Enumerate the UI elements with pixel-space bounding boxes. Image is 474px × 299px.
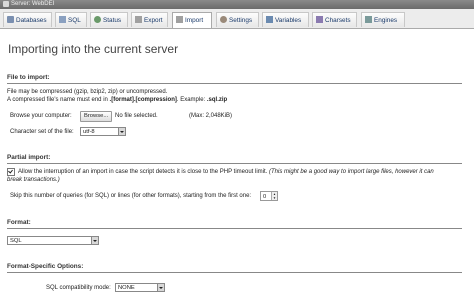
tab-import[interactable]: Import <box>172 12 212 28</box>
tab-settings[interactable]: Settings <box>216 12 259 27</box>
tab-status[interactable]: Status <box>90 12 128 27</box>
tab-export[interactable]: Export <box>131 12 168 27</box>
allow-interrupt-label: Allow the interruption of an import in c… <box>18 169 434 175</box>
variables-icon <box>266 16 273 24</box>
browse-button[interactable]: Browse... <box>80 111 113 122</box>
file-to-import-section: File to import: <box>7 74 467 84</box>
spinner-icon[interactable]: ▲ ▼ <box>271 192 277 200</box>
sql-compat-label: SQL compatibility mode: <box>46 285 111 291</box>
format-section: Format: <box>7 219 467 229</box>
engines-icon <box>365 16 372 24</box>
charsets-icon <box>316 16 323 24</box>
skip-queries-input[interactable]: 0 ▲ ▼ <box>260 191 278 201</box>
chevron-down-icon <box>91 237 98 244</box>
format-options-legend: Format-Specific Options: <box>7 263 462 273</box>
sql-compat-select[interactable]: NONE <box>115 283 165 292</box>
settings-icon <box>220 16 227 24</box>
skip-queries-label: Skip this number of queries (for SQL) or… <box>10 193 252 199</box>
tab-bar: Databases SQL Status Export Import Setti… <box>0 9 474 29</box>
compression-note: File may be compressed (gzip, bzip2, zip… <box>7 89 168 95</box>
max-size-label: (Max: 2,048KiB) <box>189 113 233 119</box>
no-file-status: No file selected. <box>115 113 158 119</box>
status-icon <box>94 16 101 24</box>
charset-label: Character set of the file: <box>10 129 74 135</box>
format-select[interactable]: SQL <box>7 236 99 245</box>
charset-select[interactable]: utf-8 <box>80 127 126 136</box>
format-legend: Format: <box>7 219 462 229</box>
import-icon <box>176 16 183 24</box>
allow-interrupt-note: break transactions.) <box>7 177 60 183</box>
filename-note: A compressed file's name must end in .[f… <box>7 97 228 103</box>
databases-icon <box>7 16 14 24</box>
format-options-section: Format-Specific Options: <box>7 263 467 273</box>
tab-sql[interactable]: SQL <box>55 12 87 27</box>
allow-interrupt-checkbox[interactable] <box>7 168 15 176</box>
sql-icon <box>59 16 66 24</box>
window-titlebar: Server: WebDEI <box>0 0 474 9</box>
window-title: Server: WebDEI <box>11 1 55 7</box>
tab-databases[interactable]: Databases <box>3 12 52 27</box>
page-title: Importing into the current server <box>8 42 179 56</box>
browse-label: Browse your computer: <box>10 113 72 119</box>
export-icon <box>135 16 142 24</box>
chevron-down-icon <box>157 284 164 291</box>
partial-import-legend: Partial import: <box>7 154 462 164</box>
partial-import-section: Partial import: <box>7 154 467 164</box>
tab-engines[interactable]: Engines <box>361 12 405 27</box>
tab-variables[interactable]: Variables <box>262 12 309 27</box>
app-icon <box>3 1 9 7</box>
tab-charsets[interactable]: Charsets <box>312 12 357 27</box>
file-to-import-legend: File to import: <box>7 74 462 84</box>
chevron-down-icon <box>118 128 125 135</box>
